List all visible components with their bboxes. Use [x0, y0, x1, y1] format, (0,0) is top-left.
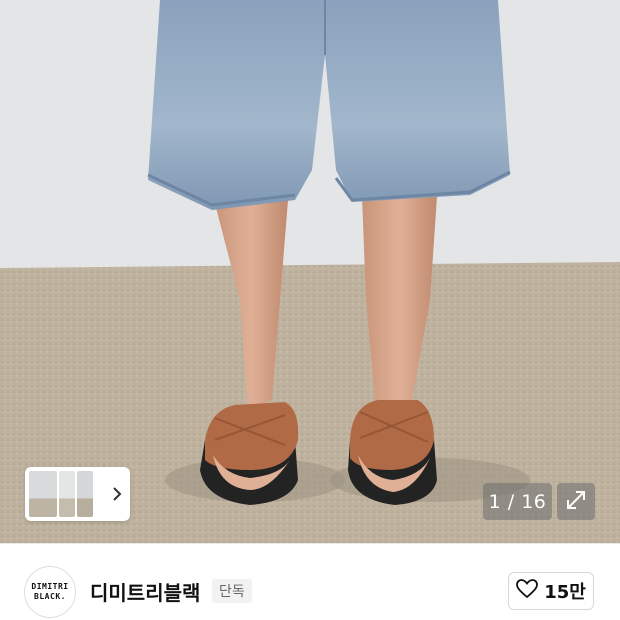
- image-counter: 1 / 16: [483, 483, 552, 520]
- brand-logo-line2: BLACK.: [34, 592, 66, 601]
- thumbnail-2[interactable]: [59, 471, 75, 517]
- like-count: 15만: [544, 582, 586, 603]
- brand-logo[interactable]: DIMITRI BLACK.: [24, 566, 76, 618]
- like-button[interactable]: 15만: [508, 572, 594, 610]
- thumbnail-1[interactable]: [29, 471, 57, 517]
- thumbnail-strip[interactable]: [25, 467, 130, 521]
- expand-icon: [565, 489, 587, 515]
- chevron-right-icon[interactable]: [110, 485, 124, 503]
- product-image[interactable]: 1 / 16: [0, 0, 620, 543]
- heart-icon: [516, 579, 539, 603]
- exclusive-badge: 단독: [212, 579, 252, 603]
- expand-button[interactable]: [557, 483, 595, 520]
- brand-logo-line1: DIMITRI: [31, 582, 69, 591]
- thumbnail-3[interactable]: [77, 471, 93, 517]
- product-photo: [0, 0, 620, 543]
- brand-name[interactable]: 디미트리블랙: [90, 577, 200, 606]
- brand-bar: DIMITRI BLACK. 디미트리블랙 단독 15만: [0, 544, 620, 620]
